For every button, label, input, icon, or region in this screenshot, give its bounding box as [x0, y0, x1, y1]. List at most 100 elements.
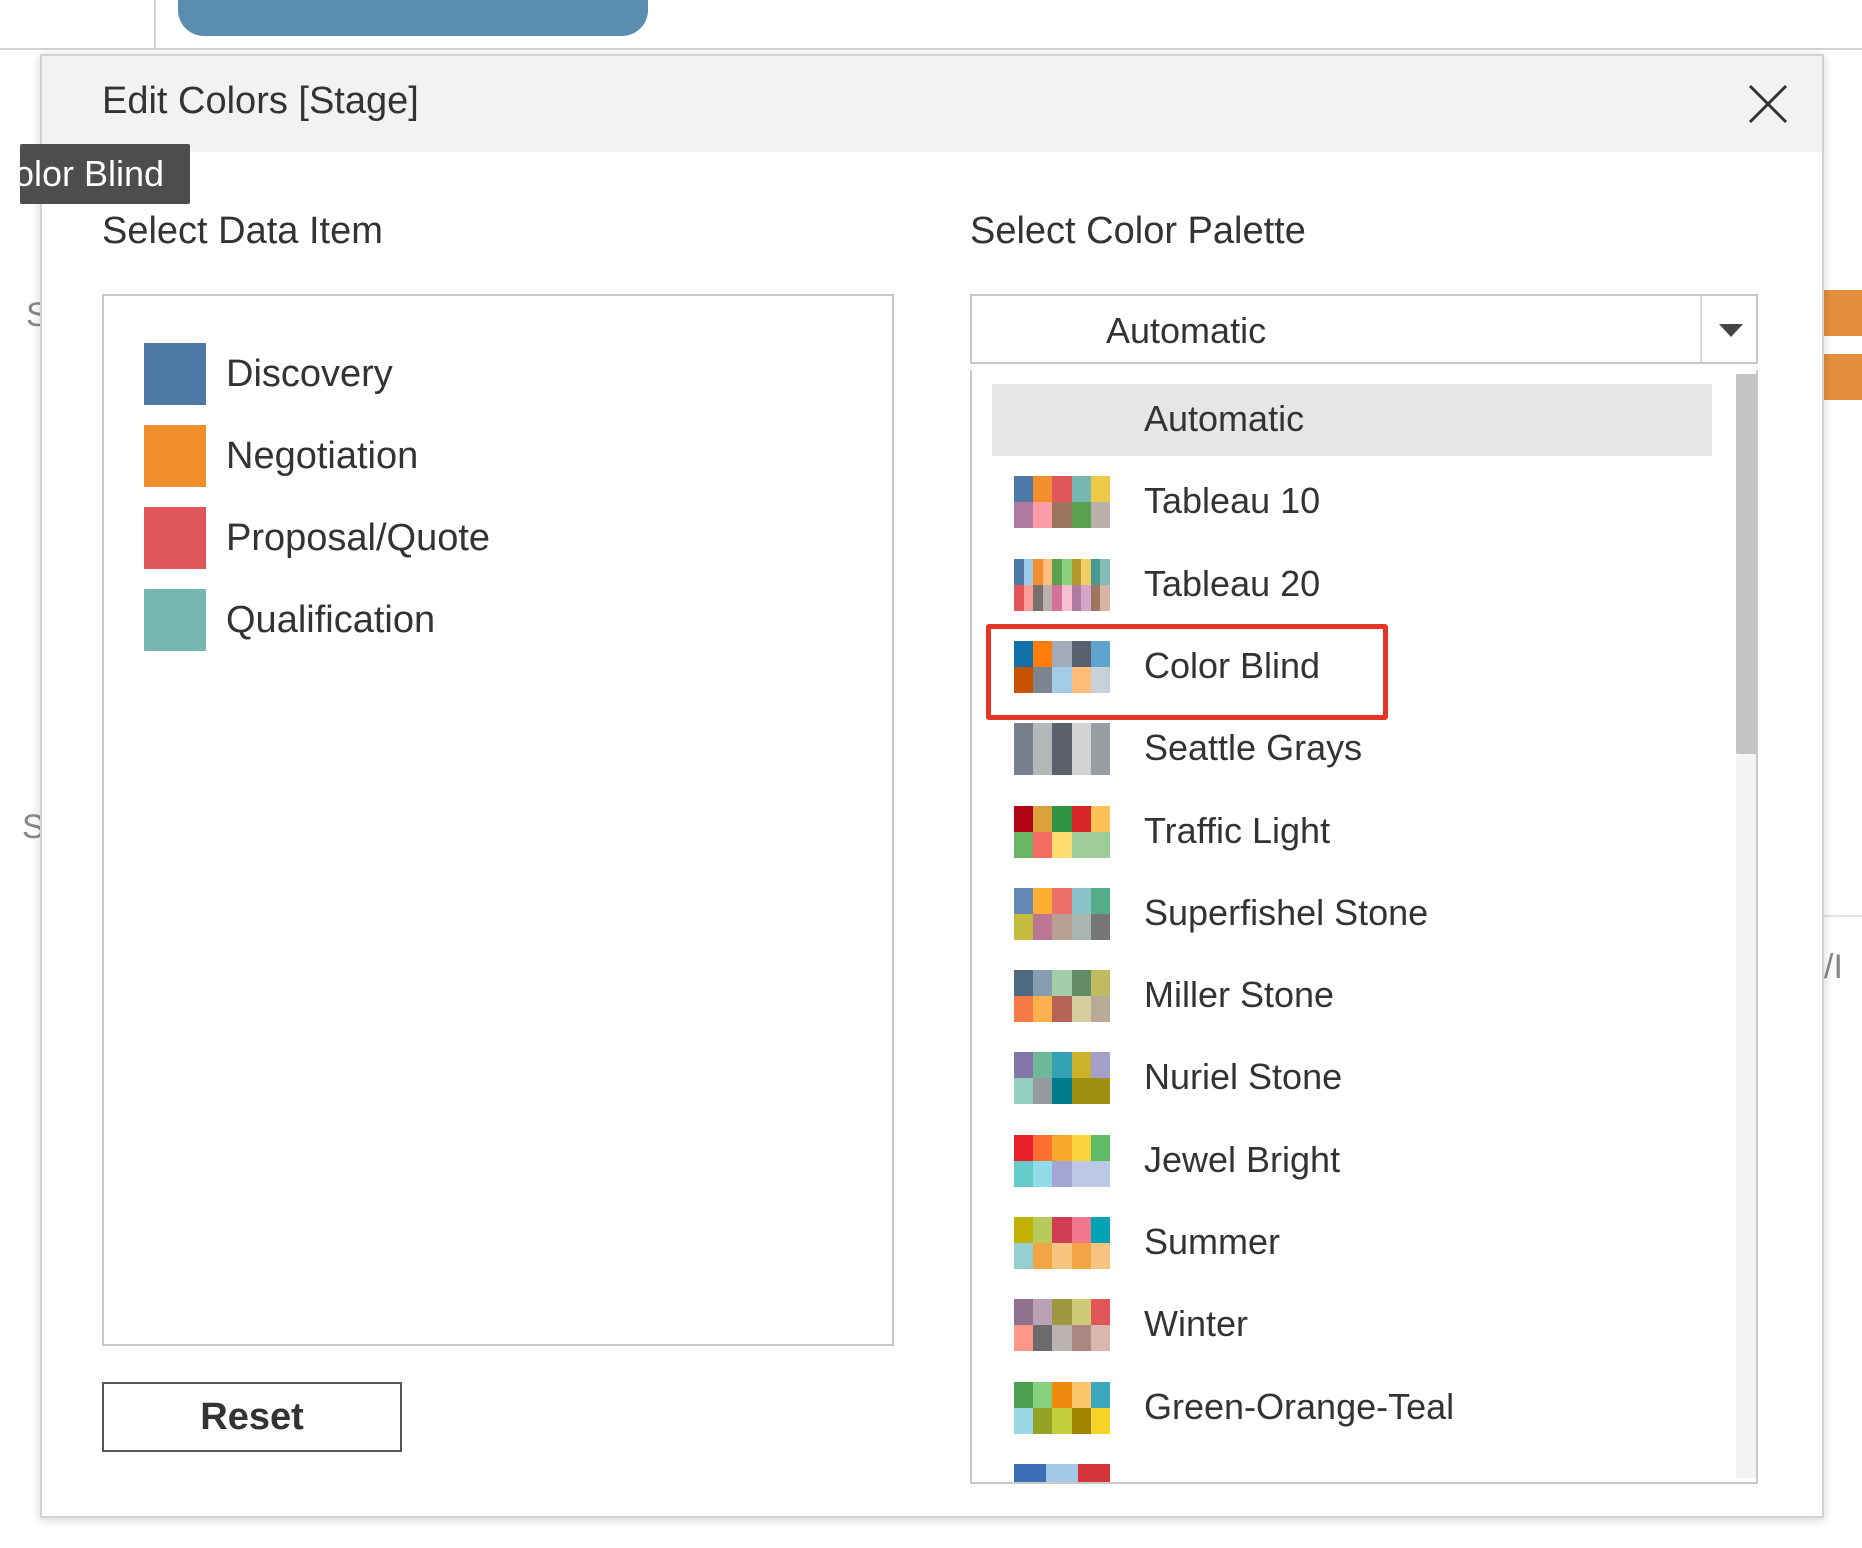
palette-swatch — [1014, 1052, 1034, 1079]
palette-swatch — [1014, 1299, 1034, 1326]
palette-item-winter[interactable]: Winter — [992, 1289, 1712, 1361]
reset-button[interactable]: Reset — [102, 1382, 402, 1452]
palette-swatch — [1071, 887, 1091, 914]
palette-item-traffic-light[interactable]: Traffic Light — [992, 796, 1712, 868]
palette-item-tableau-20[interactable]: Tableau 20 — [992, 549, 1712, 621]
palette-swatch — [1090, 502, 1110, 529]
palette-swatch — [1071, 1078, 1091, 1105]
background-divider — [154, 0, 156, 48]
palette-label: Tableau 10 — [1144, 480, 1321, 522]
palette-swatch — [1014, 996, 1034, 1023]
palette-swatch — [1090, 666, 1110, 693]
palette-swatch — [1078, 1463, 1110, 1482]
palette-swatch — [1090, 640, 1110, 667]
background-line — [1822, 915, 1862, 917]
palette-swatch — [1071, 723, 1091, 750]
background-text-fragment: /I — [1824, 948, 1843, 986]
palette-swatch — [1052, 476, 1072, 503]
palette-swatch — [1052, 1407, 1072, 1434]
palette-scrollbar[interactable] — [1736, 374, 1756, 1478]
palette-thumbnail-icon — [1014, 476, 1110, 529]
palette-item-green-orange-teal[interactable]: Green-Orange-Teal — [992, 1372, 1712, 1444]
palette-swatch — [1090, 1217, 1110, 1243]
palette-item-automatic[interactable]: Automatic — [992, 384, 1712, 456]
select-color-palette-label: Select Color Palette — [970, 210, 1306, 252]
palette-swatch — [1090, 887, 1110, 914]
palette-swatch — [1071, 1299, 1091, 1326]
data-item-label: Qualification — [226, 598, 436, 641]
data-item-qualification[interactable]: Qualification — [144, 588, 435, 652]
palette-swatch — [1052, 996, 1072, 1023]
palette-item-color-blind[interactable]: Color Blind — [992, 631, 1712, 703]
palette-swatch — [1014, 1407, 1034, 1434]
palette-item-partial[interactable] — [992, 1454, 1712, 1482]
palette-swatch — [1081, 558, 1091, 585]
palette-swatch — [1033, 1052, 1053, 1079]
palette-thumbnail-icon — [1014, 1217, 1110, 1269]
palette-thumbnail-icon — [1014, 887, 1110, 940]
palette-label: Green-Orange-Teal — [1144, 1385, 1455, 1427]
palette-swatch — [1090, 805, 1110, 832]
palette-swatch — [1090, 1299, 1110, 1326]
palette-swatch — [1033, 723, 1053, 750]
palette-swatch — [1033, 749, 1053, 776]
palette-label: Nuriel Stone — [1144, 1056, 1343, 1098]
palette-swatch — [1042, 558, 1053, 585]
palette-thumbnail-icon — [1014, 1381, 1110, 1434]
background-orange-mark — [1822, 290, 1862, 336]
palette-dropdown[interactable]: Automatic — [970, 294, 1758, 364]
background-orange-mark — [1822, 354, 1862, 400]
palette-swatch — [1052, 1134, 1072, 1161]
palette-thumbnail-icon — [1014, 805, 1110, 858]
palette-swatch — [1023, 584, 1034, 611]
palette-swatch — [1014, 749, 1034, 776]
palette-label: Miller Stone — [1144, 974, 1335, 1016]
palette-swatch — [1033, 1299, 1053, 1326]
palette-swatch — [1052, 1381, 1072, 1408]
palette-swatch — [1014, 1243, 1034, 1269]
palette-thumbnail-icon — [1014, 640, 1110, 693]
palette-swatch — [1090, 996, 1110, 1023]
data-item-negotiation[interactable]: Negotiation — [144, 424, 418, 488]
palette-swatch — [1052, 1299, 1072, 1326]
palette-swatch — [1033, 1381, 1053, 1408]
palette-swatch — [1014, 502, 1034, 529]
palette-swatch — [1014, 1217, 1034, 1243]
palette-swatch — [1071, 1160, 1091, 1187]
palette-swatch — [1052, 1243, 1072, 1269]
color-swatch — [144, 343, 206, 405]
palette-swatch — [1052, 1160, 1072, 1187]
palette-swatch — [1052, 723, 1072, 750]
palette-swatch — [1071, 805, 1091, 832]
close-button[interactable] — [1744, 80, 1792, 128]
dropdown-toggle[interactable] — [1700, 296, 1760, 362]
scrollbar-thumb[interactable] — [1736, 374, 1756, 754]
palette-thumbnail-icon — [1014, 1463, 1110, 1482]
palette-swatch — [1090, 1243, 1110, 1269]
palette-swatch — [1071, 1052, 1091, 1079]
data-item-proposal-quote[interactable]: Proposal/Quote — [144, 506, 490, 570]
palette-swatch — [1046, 1463, 1078, 1482]
palette-item-summer[interactable]: Summer — [992, 1207, 1712, 1279]
palette-swatch — [1033, 1243, 1053, 1269]
palette-swatch — [1033, 1078, 1053, 1105]
palette-thumbnail-icon — [1014, 970, 1110, 1023]
palette-swatch — [1033, 887, 1053, 914]
palette-item-miller-stone[interactable]: Miller Stone — [992, 960, 1712, 1032]
palette-swatch — [1033, 1325, 1053, 1352]
palette-item-seattle-grays[interactable]: Seattle Grays — [992, 713, 1712, 785]
palette-swatch — [1033, 1134, 1053, 1161]
palette-swatch — [1071, 1325, 1091, 1352]
palette-item-nuriel-stone[interactable]: Nuriel Stone — [992, 1042, 1712, 1114]
data-item-discovery[interactable]: Discovery — [144, 342, 393, 406]
palette-item-tableau-10[interactable]: Tableau 10 — [992, 466, 1712, 538]
palette-swatch — [1033, 1407, 1053, 1434]
palette-swatch — [1071, 996, 1091, 1023]
palette-item-superfishel-stone[interactable]: Superfishel Stone — [992, 878, 1712, 950]
palette-item-jewel-bright[interactable]: Jewel Bright — [992, 1125, 1712, 1197]
palette-label: Jewel Bright — [1144, 1138, 1341, 1180]
palette-swatch — [1033, 1160, 1053, 1187]
palette-swatch — [1100, 584, 1110, 611]
palette-swatch — [1090, 1078, 1110, 1105]
palette-swatch — [1090, 1160, 1110, 1187]
